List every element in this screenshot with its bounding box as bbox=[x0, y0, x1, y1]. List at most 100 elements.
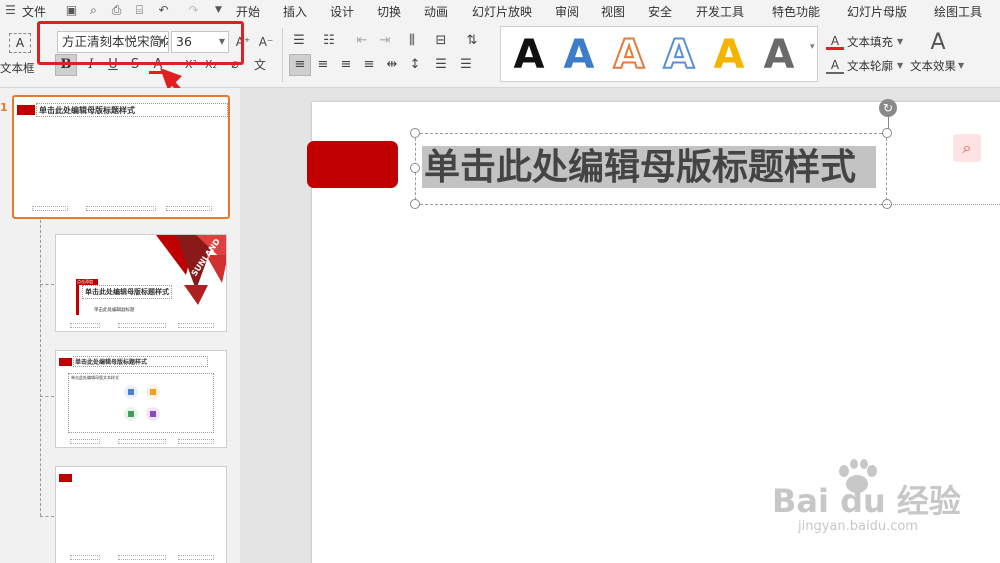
columns-icon[interactable]: ⫼ bbox=[403, 32, 421, 50]
thumbnail-master-slide[interactable]: 单击此处编辑母版标题样式 bbox=[12, 95, 230, 219]
wordart-glyph: A bbox=[613, 31, 646, 79]
tab-slide-master[interactable]: 幻灯片母版 bbox=[847, 3, 907, 20]
thumb-footer bbox=[178, 323, 214, 328]
video-icon bbox=[146, 407, 160, 421]
textbox-label[interactable]: 文本框 bbox=[0, 60, 35, 76]
tab-transition[interactable]: 切换 bbox=[377, 3, 401, 20]
red-accent-shape[interactable] bbox=[307, 141, 398, 188]
guide-line bbox=[884, 204, 1000, 205]
tab-insert[interactable]: 插入 bbox=[283, 3, 307, 20]
save-icon[interactable]: ▣ bbox=[64, 3, 79, 18]
menu-bar: ☰ 文件 ▣ ⌕ ⎙ ⌸ ↶ ↷ ▼ 开始 插入 设计 切换 动画 幻灯片放映 … bbox=[0, 0, 1000, 22]
wordart-glyph: A bbox=[713, 32, 745, 78]
tab-drawing-tools[interactable]: 绘图工具 bbox=[934, 3, 982, 20]
pinyin-button[interactable]: 文 bbox=[251, 56, 269, 74]
wordart-style-orange-outline[interactable]: A bbox=[607, 31, 651, 79]
thumb-footer bbox=[32, 206, 68, 211]
undo-icon[interactable]: ↶ bbox=[156, 3, 171, 18]
red-accent-bar bbox=[59, 474, 72, 482]
tab-developer[interactable]: 开发工具 bbox=[696, 3, 744, 20]
tree-connector bbox=[40, 516, 54, 517]
resize-handle[interactable] bbox=[882, 128, 892, 138]
tab-review[interactable]: 审阅 bbox=[555, 3, 579, 20]
wordart-glyph: A bbox=[763, 32, 795, 78]
wordart-style-gallery: A A A A A A bbox=[500, 26, 818, 82]
tab-home[interactable]: 开始 bbox=[236, 3, 260, 20]
print-icon[interactable]: ⎙ bbox=[109, 3, 124, 18]
text-effect-button[interactable]: 文本效果 bbox=[910, 58, 956, 74]
tab-security[interactable]: 安全 bbox=[648, 3, 672, 20]
line-spacing-icon[interactable]: ↕ bbox=[406, 56, 424, 74]
tab-special-features[interactable]: 特色功能 bbox=[772, 3, 820, 20]
textbox-icon[interactable]: A bbox=[9, 33, 31, 53]
wordart-style-blue[interactable]: A bbox=[557, 31, 601, 79]
chart-icon bbox=[146, 385, 160, 399]
format-painter-icon[interactable]: ⌕ bbox=[86, 3, 101, 18]
slide-title-text[interactable]: 单击此处编辑母版标题样式 bbox=[422, 146, 877, 188]
thumb-content-box bbox=[68, 373, 214, 433]
hamburger-menu-icon[interactable]: ☰ bbox=[3, 3, 18, 18]
thumb-title: 单击此处编辑母版标题样式 bbox=[75, 359, 148, 366]
resize-handle[interactable] bbox=[410, 163, 420, 173]
print-preview-icon[interactable]: ⌸ bbox=[132, 3, 147, 18]
thumb-footer bbox=[118, 323, 166, 328]
wordart-style-gold[interactable]: A bbox=[707, 31, 751, 79]
file-menu[interactable]: 文件 bbox=[22, 3, 46, 20]
bullet-list-icon[interactable]: ☰ bbox=[290, 32, 308, 50]
thumbnail-content-layout[interactable]: 单击此处编辑母版标题样式 单击此处编辑母版文本样式 bbox=[55, 350, 227, 448]
tab-slideshow[interactable]: 幻灯片放映 bbox=[472, 3, 532, 20]
thumb-title: 单击此处编辑母版标题样式 bbox=[39, 105, 135, 115]
numbered-list-icon[interactable]: ☷ bbox=[320, 32, 338, 50]
thumb-footer bbox=[86, 206, 156, 211]
distribute-icon[interactable]: ⇹ bbox=[383, 56, 401, 74]
thumb-footer bbox=[118, 555, 166, 560]
resize-handle[interactable] bbox=[410, 128, 420, 138]
chevron-down-icon[interactable]: ▼ bbox=[958, 61, 964, 70]
thumbnail-blank-layout[interactable] bbox=[55, 466, 227, 563]
gallery-expand-icon[interactable]: ▾ bbox=[810, 42, 815, 52]
chevron-down-icon[interactable]: ▼ bbox=[897, 61, 903, 70]
tab-animation[interactable]: 动画 bbox=[424, 3, 448, 20]
shrink-font-icon[interactable]: A⁻ bbox=[257, 33, 275, 51]
tab-design[interactable]: 设计 bbox=[330, 3, 354, 20]
resize-handle[interactable] bbox=[410, 199, 420, 209]
wordart-style-blue-outline[interactable]: A bbox=[657, 31, 701, 79]
chevron-down-icon[interactable]: ▼ bbox=[897, 37, 903, 46]
rotate-handle-icon[interactable]: ↻ bbox=[879, 99, 897, 117]
picture-icon bbox=[124, 385, 138, 399]
thumbnail-title-layout[interactable]: SUNLAND 点击添加 单击此处编辑母版标题样式 单击此处编辑副标题 bbox=[55, 234, 227, 332]
increase-indent-icon[interactable]: ⇥ bbox=[376, 32, 394, 50]
text-effect-icon[interactable]: A bbox=[927, 32, 949, 54]
paragraph-settings-icon[interactable]: ☰ bbox=[457, 56, 475, 74]
wordart-glyph: A bbox=[663, 31, 696, 79]
search-icon[interactable]: ⌕ bbox=[953, 134, 981, 162]
text-fill-icon[interactable]: A bbox=[826, 32, 844, 50]
paragraph-spacing-icon[interactable]: ☰ bbox=[432, 56, 450, 74]
red-accent-bar bbox=[17, 105, 35, 115]
tab-view[interactable]: 视图 bbox=[601, 3, 625, 20]
wordart-style-gray[interactable]: A bbox=[757, 31, 801, 79]
wordart-glyph: A bbox=[563, 32, 595, 78]
align-center-icon[interactable]: ≡ bbox=[314, 56, 332, 74]
text-align-vertical-icon[interactable]: ⇅ bbox=[463, 32, 481, 50]
thumb-footer bbox=[178, 555, 214, 560]
text-direction-icon[interactable]: ⊟ bbox=[432, 32, 450, 50]
text-outline-icon[interactable]: A bbox=[826, 56, 844, 74]
thumb-footer bbox=[178, 439, 214, 444]
thumb-footer bbox=[70, 555, 100, 560]
justify-icon[interactable]: ≡ bbox=[360, 56, 378, 74]
text-outline-button[interactable]: 文本轮廓 bbox=[847, 58, 893, 74]
tree-connector bbox=[40, 284, 54, 285]
watermark-brand: Bai du 经验 bbox=[772, 482, 961, 520]
thumb-footer bbox=[166, 206, 212, 211]
slide-number: 1 bbox=[0, 101, 8, 114]
tree-connector bbox=[40, 396, 54, 397]
align-right-icon[interactable]: ≡ bbox=[337, 56, 355, 74]
text-fill-button[interactable]: 文本填充 bbox=[847, 34, 893, 50]
redo-icon[interactable]: ↷ bbox=[186, 3, 201, 18]
decrease-indent-icon[interactable]: ⇤ bbox=[353, 32, 371, 50]
quick-access-dropdown-icon[interactable]: ▼ bbox=[211, 3, 226, 18]
red-accent-bar bbox=[59, 358, 72, 366]
thumb-body: 单击此处编辑母版文本样式 bbox=[71, 375, 119, 380]
wordart-style-black[interactable]: A bbox=[507, 31, 551, 79]
